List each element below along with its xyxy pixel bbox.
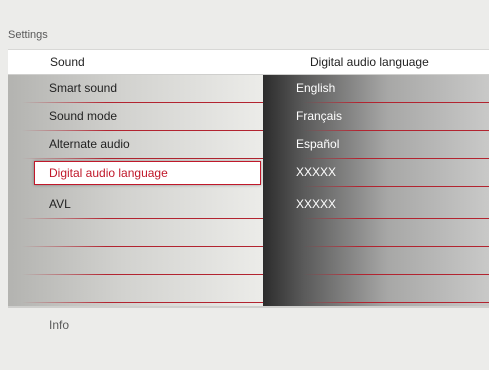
header-digital-audio-language: Digital audio language <box>310 55 429 69</box>
option-label: XXXXX <box>296 165 337 179</box>
menu-item-sound-mode[interactable]: Sound mode <box>8 103 263 131</box>
info-label: Info <box>49 318 70 332</box>
column-header: Sound Digital audio language <box>8 49 489 75</box>
menu-item-label: Alternate audio <box>49 137 130 151</box>
bottom-divider <box>8 306 489 308</box>
option-xxxxx-1[interactable]: XXXXX <box>263 159 489 187</box>
option-empty <box>263 275 489 303</box>
settings-panel: Smart sound Sound mode Alternate audio D… <box>8 75 489 307</box>
separator <box>303 302 489 303</box>
option-label: English <box>296 81 336 95</box>
option-empty <box>263 247 489 275</box>
separator <box>303 186 489 187</box>
separator <box>22 158 263 159</box>
option-english[interactable]: English <box>263 75 489 103</box>
menu-item-empty <box>8 219 263 247</box>
menu-item-label: AVL <box>49 197 71 211</box>
menu-item-label: Digital audio language <box>49 166 168 180</box>
menu-item-empty <box>8 275 263 303</box>
header-sound: Sound <box>50 55 85 69</box>
menu-list: Smart sound Sound mode Alternate audio D… <box>8 75 263 307</box>
menu-item-label: Smart sound <box>49 81 118 95</box>
option-label: Français <box>296 109 343 123</box>
option-label: Español <box>296 137 340 151</box>
options-list: English Français Español XXXXX XXXXX <box>263 75 489 307</box>
separator <box>22 302 263 303</box>
menu-item-alternate-audio[interactable]: Alternate audio <box>8 131 263 159</box>
option-xxxxx-2[interactable]: XXXXX <box>263 191 489 219</box>
option-espanol[interactable]: Español <box>263 131 489 159</box>
page-title: Settings <box>8 29 48 41</box>
menu-item-smart-sound[interactable]: Smart sound <box>8 75 263 103</box>
option-francais[interactable]: Français <box>263 103 489 131</box>
option-empty <box>263 219 489 247</box>
menu-item-label: Sound mode <box>49 109 118 123</box>
menu-item-avl[interactable]: AVL <box>8 191 263 219</box>
menu-item-empty <box>8 247 263 275</box>
menu-item-digital-audio-language[interactable]: Digital audio language <box>34 161 261 185</box>
option-label: XXXXX <box>296 197 337 211</box>
